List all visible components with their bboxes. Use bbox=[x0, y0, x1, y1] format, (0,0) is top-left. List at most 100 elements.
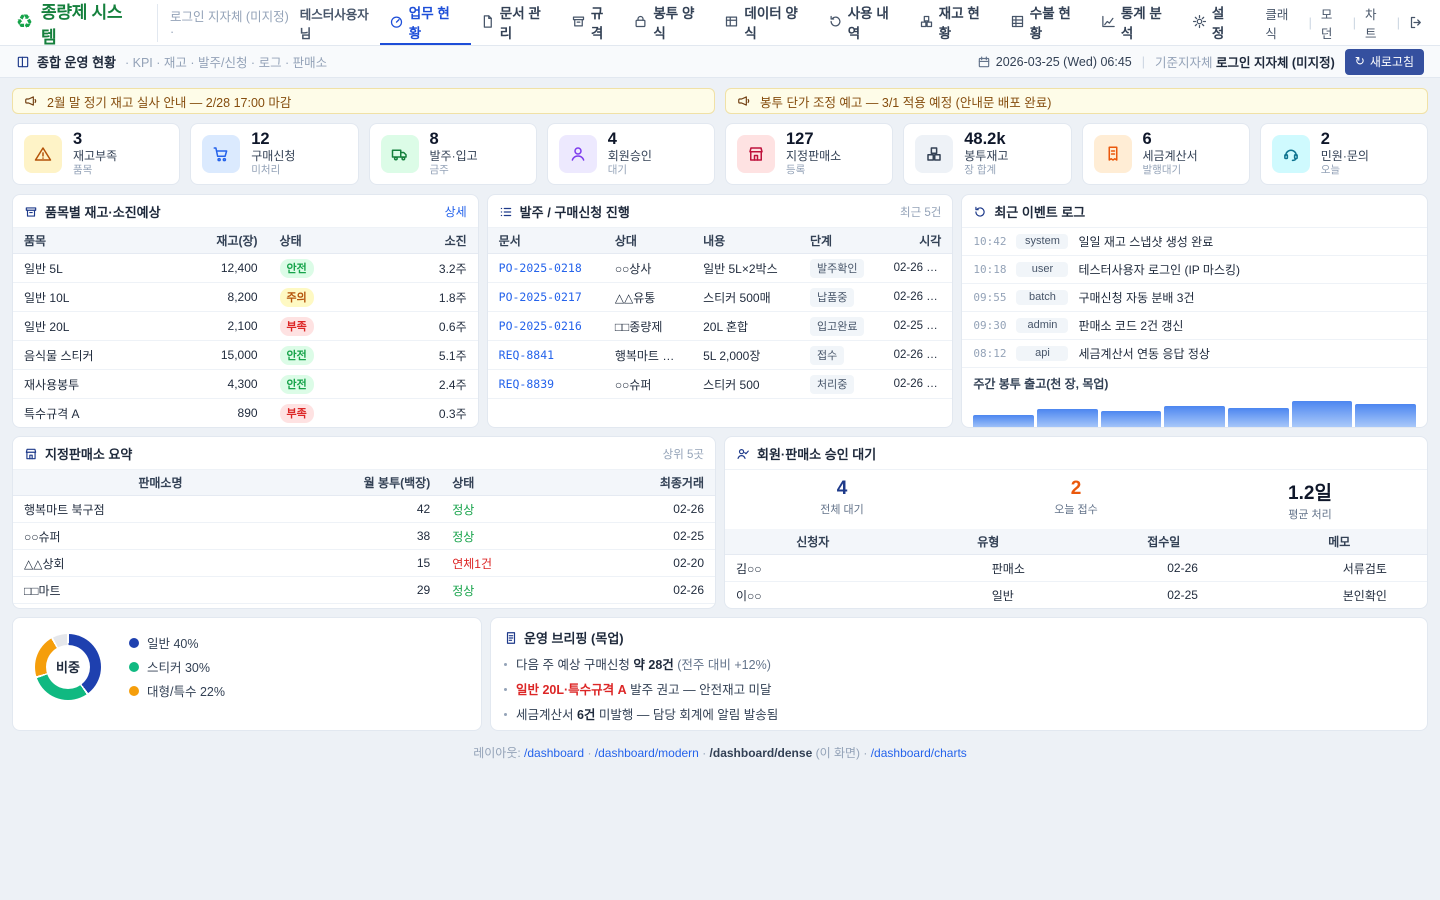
kpi-card-headset[interactable]: 2민원·문의오늘 bbox=[1260, 123, 1428, 185]
order-time: 02-26 09:05 bbox=[883, 283, 953, 312]
datetime: 2026-03-25 (Wed) 06:45 bbox=[977, 55, 1132, 69]
document-link[interactable]: REQ-8841 bbox=[499, 348, 554, 362]
footer-link[interactable]: /dashboard bbox=[524, 746, 584, 760]
store-row[interactable]: ○○슈퍼 38 정상 02-25 bbox=[13, 523, 715, 550]
order-row[interactable]: REQ-8839 ○○슈퍼 스티커 500 처리중 02-26 08:45 bbox=[488, 370, 953, 399]
nav-item-bag[interactable]: 봉투 양식 bbox=[624, 0, 715, 45]
column-header: 상태 bbox=[269, 228, 367, 254]
briefing-bullet: 지정판매소 △△상회 연체 1건 — 현장 점검 일정 3/3 bbox=[504, 729, 1414, 731]
applicant-type: 판매소 bbox=[901, 609, 1077, 610]
announcement-banners: 2월 말 정기 재고 실사 안내 — 2/28 17:00 마감봉투 단가 조정… bbox=[12, 88, 1428, 114]
nav-item-document[interactable]: 문서 관리 bbox=[471, 0, 562, 45]
store-monthly-qty: 38 bbox=[308, 523, 441, 550]
bar-column: 일 bbox=[1355, 401, 1416, 428]
refresh-button[interactable]: ↻새로고침 bbox=[1345, 49, 1424, 75]
user-icon bbox=[559, 135, 597, 173]
nav-item-chart-line[interactable]: 통계 분석 bbox=[1092, 0, 1183, 45]
divider: | bbox=[1397, 16, 1400, 30]
stock-row[interactable]: 음식물 스티커 15,000 안전 5.1주 bbox=[13, 341, 478, 370]
order-row[interactable]: REQ-8841 행복마트 북… 5L 2,000장 접수 02-26 09:1… bbox=[488, 341, 953, 370]
stage-badge: 납품중 bbox=[810, 288, 854, 307]
approval-row[interactable]: 김○○ 판매소 02-26 서류검토 bbox=[725, 555, 1427, 582]
briefing-panel: 운영 브리핑 (목업) 다음 주 예상 구매신청 약 28건 (전주 대비 +1… bbox=[490, 617, 1428, 731]
kpi-card-warning[interactable]: 3재고부족품목 bbox=[12, 123, 180, 185]
kpi-card-store[interactable]: 127지정판매소등록 bbox=[725, 123, 893, 185]
mode-link-1[interactable]: 모던 bbox=[1321, 4, 1344, 42]
bar-월 bbox=[973, 415, 1034, 428]
footer-link[interactable]: /dashboard/modern bbox=[595, 746, 699, 760]
store-row[interactable]: □□마트 29 정상 02-26 bbox=[13, 577, 715, 604]
approval-row[interactable]: 박○○ 판매소 02-25 주소불일치 bbox=[725, 609, 1427, 610]
item-qty: 890 bbox=[162, 399, 269, 428]
order-desc: 일반 5L×2박스 bbox=[692, 254, 799, 283]
nav-item-ledger[interactable]: 수불 현황 bbox=[1001, 0, 1092, 45]
kpi-card-receipt[interactable]: 6세금계산서발행대기 bbox=[1082, 123, 1250, 185]
stock-row[interactable]: 재사용봉투 4,300 안전 2.4주 bbox=[13, 370, 478, 399]
stock-row[interactable]: 일반 20L 2,100 부족 0.6주 bbox=[13, 312, 478, 341]
kpi-card-user[interactable]: 4회원승인대기 bbox=[547, 123, 715, 185]
store-row[interactable]: 행복마트 북구점 42 정상 02-26 bbox=[13, 496, 715, 523]
truck-icon bbox=[381, 135, 419, 173]
store-row[interactable]: ◇◇할인점 51 정상 02-26 bbox=[13, 604, 715, 610]
document-link[interactable]: REQ-8839 bbox=[499, 377, 554, 391]
kpi-card-boxes[interactable]: 48.2k봉투재고장 합계 bbox=[903, 123, 1071, 185]
nav-item-boxes[interactable]: 재고 현황 bbox=[910, 0, 1001, 45]
stat-value: 4 bbox=[725, 478, 959, 500]
share-legend: 일반 40% 스티커 30% 대형/특수 22% bbox=[129, 633, 225, 700]
footer-current-layout: /dashboard/dense bbox=[710, 746, 813, 760]
order-row[interactable]: PO-2025-0218 ○○상사 일반 5L×2박스 발주확인 02-26 1… bbox=[488, 254, 953, 283]
note-icon bbox=[504, 631, 518, 645]
kpi-card-truck[interactable]: 8발주·입고금주 bbox=[369, 123, 537, 185]
order-desc: 스티커 500매 bbox=[692, 283, 799, 312]
event-log-header: 최근 이벤트 로그 bbox=[962, 195, 1427, 228]
bar-수 bbox=[1101, 411, 1162, 428]
item-name: 특수규격 A bbox=[13, 399, 162, 428]
bullet-dot-icon bbox=[504, 663, 507, 666]
bullet-dot-icon bbox=[504, 688, 507, 691]
document-link[interactable]: PO-2025-0218 bbox=[499, 261, 582, 275]
stock-detail-link[interactable]: 상세 bbox=[445, 203, 467, 220]
store-name: △△상회 bbox=[13, 550, 308, 577]
item-qty: 4,300 bbox=[162, 370, 269, 399]
mode-link-0[interactable]: 클래식 bbox=[1265, 4, 1299, 42]
footer-link[interactable]: /dashboard/charts bbox=[871, 746, 967, 760]
log-tag: system bbox=[1016, 234, 1068, 249]
stock-row[interactable]: 특수규격 A 890 부족 0.3주 bbox=[13, 399, 478, 428]
document-link[interactable]: PO-2025-0217 bbox=[499, 290, 582, 304]
log-time: 10:18 bbox=[973, 263, 1006, 276]
log-tag: batch bbox=[1016, 290, 1068, 305]
orders-panel: 발주 / 구매신청 진행 최근 5건 문서상대내용단계시각 PO-2025-02… bbox=[487, 194, 954, 428]
kpi-value: 2 bbox=[1321, 130, 1369, 149]
approvals-panel: 회원·판매소 승인 대기 4 전체 대기 2 오늘 접수 1.2일 평균 처리 … bbox=[724, 436, 1428, 609]
column-header: 단계 bbox=[799, 228, 883, 254]
document-icon bbox=[480, 14, 495, 29]
order-row[interactable]: PO-2025-0216 □□종량제 20L 혼합 입고완료 02-25 16:… bbox=[488, 312, 953, 341]
stock-row[interactable]: 일반 5L 12,400 안전 3.2주 bbox=[13, 254, 478, 283]
nav-item-box[interactable]: 규격 bbox=[562, 0, 625, 45]
boxes-icon bbox=[919, 14, 934, 29]
nav-item-history[interactable]: 사용 내역 bbox=[819, 0, 910, 45]
stat-label: 평균 처리 bbox=[1193, 506, 1427, 522]
application-memo: 본인확인 bbox=[1252, 582, 1428, 609]
log-row: 09:30 admin 판매소 코드 2건 갱신 bbox=[962, 312, 1427, 340]
nav-item-gauge[interactable]: 업무 현황 bbox=[380, 0, 471, 45]
column-header: 월 봉투(백장) bbox=[308, 470, 441, 496]
logout-button[interactable] bbox=[1409, 15, 1424, 30]
share-donut-chart: 비중 bbox=[35, 634, 101, 700]
stores-panel: 지정판매소 요약 상위 5곳 판매소명월 봉투(백장)상태최종거래 행복마트 북… bbox=[12, 436, 716, 609]
kpi-cards: 3재고부족품목12구매신청미처리8발주·입고금주4회원승인대기127지정판매소등… bbox=[12, 123, 1428, 185]
kpi-card-cart[interactable]: 12구매신청미처리 bbox=[190, 123, 358, 185]
order-row[interactable]: PO-2025-0217 △△유통 스티커 500매 납품중 02-26 09:… bbox=[488, 283, 953, 312]
nav-item-gear[interactable]: 설정 bbox=[1183, 0, 1246, 45]
order-party: ○○상사 bbox=[604, 254, 692, 283]
warning-icon bbox=[24, 135, 62, 173]
stores-top-note: 상위 5곳 bbox=[663, 446, 704, 462]
bullet-text: 다음 주 예상 구매신청 bbox=[516, 658, 633, 672]
stock-row[interactable]: 일반 10L 8,200 주의 1.8주 bbox=[13, 283, 478, 312]
mode-link-2[interactable]: 차트 bbox=[1365, 4, 1388, 42]
approval-row[interactable]: 이○○ 일반 02-25 본인확인 bbox=[725, 582, 1427, 609]
store-row[interactable]: △△상회 15 연체1건 02-20 bbox=[13, 550, 715, 577]
login-entity: 로그인 지자체 (미지정) · bbox=[170, 6, 296, 39]
nav-item-table[interactable]: 데이터 양식 bbox=[715, 0, 818, 45]
document-link[interactable]: PO-2025-0216 bbox=[499, 319, 582, 333]
